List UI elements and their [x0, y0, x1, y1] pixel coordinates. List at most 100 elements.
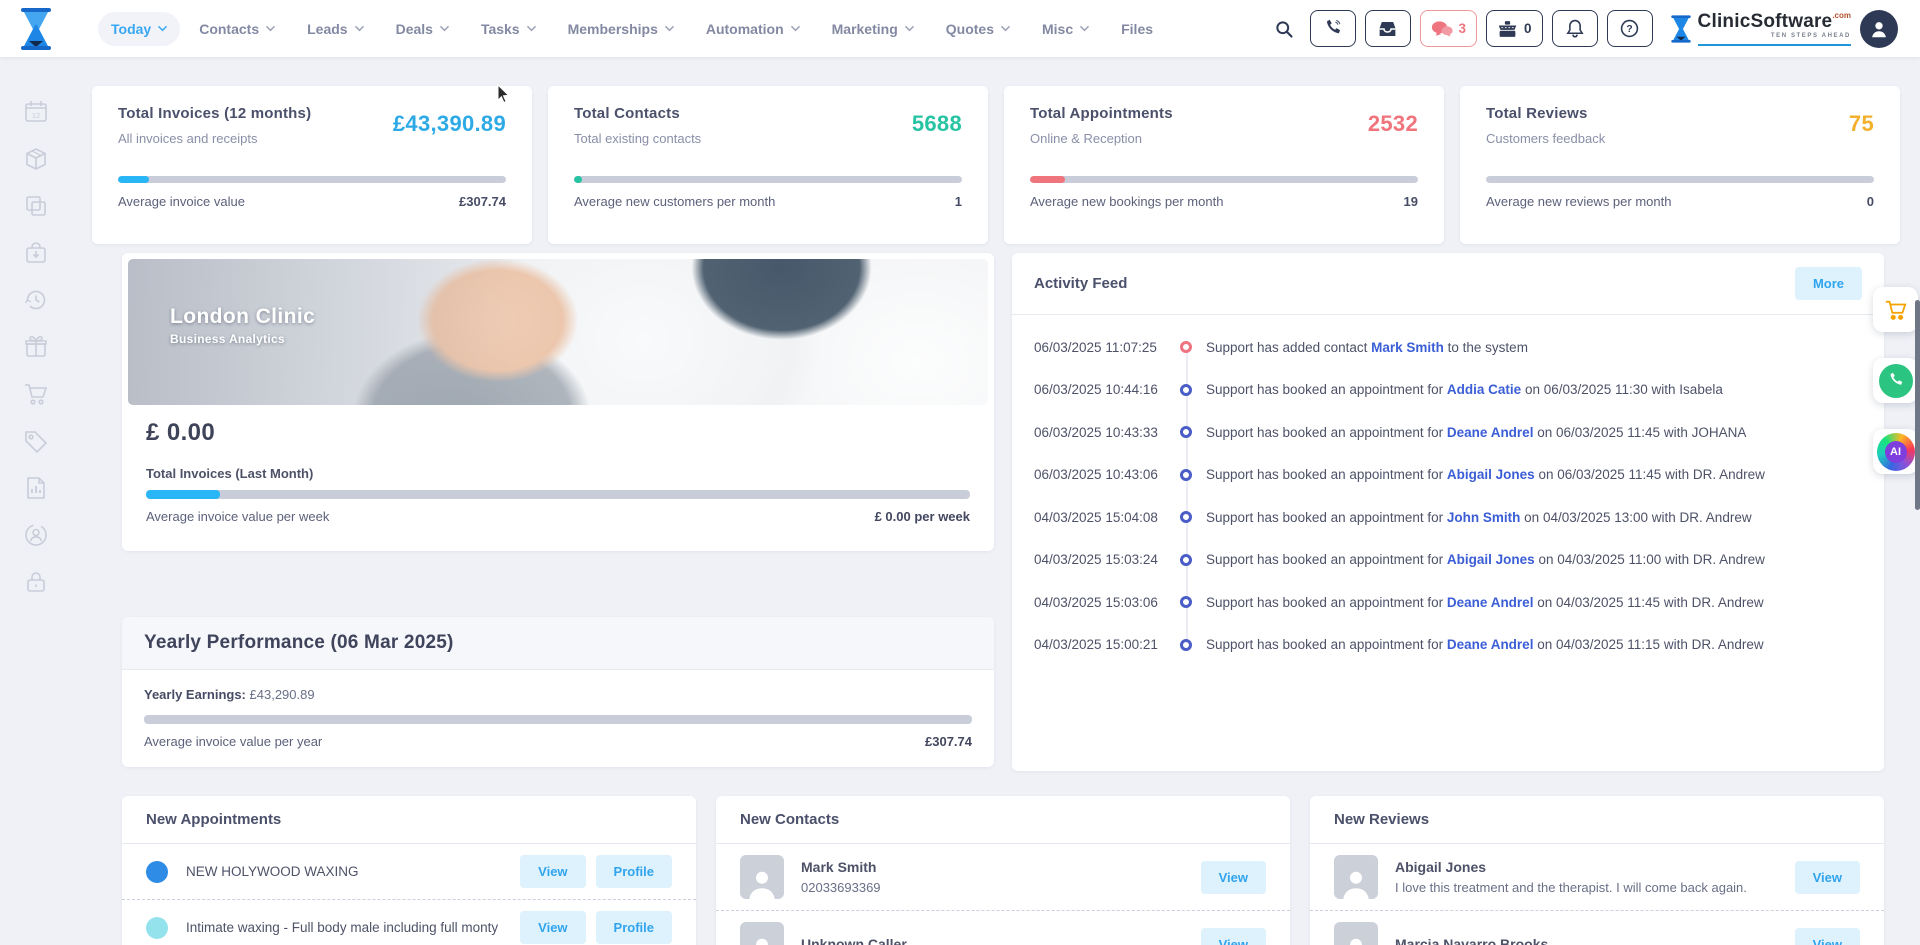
nav-item-automation[interactable]: Automation — [693, 12, 813, 46]
stat-footer-value: 0 — [1867, 194, 1874, 209]
history-icon[interactable] — [23, 287, 49, 313]
appointment-label: NEW HOLYWOOD WAXING — [186, 864, 520, 879]
bell-icon — [1566, 19, 1584, 38]
service-color-dot — [146, 861, 168, 883]
view-button[interactable]: View — [1795, 928, 1860, 945]
contact-link[interactable]: Mark Smith — [1371, 340, 1444, 355]
help-button[interactable]: ? — [1607, 10, 1653, 47]
call-fab[interactable] — [1873, 358, 1918, 403]
feed-marker — [1180, 384, 1192, 396]
feed-item: 04/03/2025 15:00:21 Support has booked a… — [1012, 624, 1884, 667]
ai-icon: AI — [1877, 433, 1915, 471]
stat-footer-label: Average new reviews per month — [1486, 194, 1671, 209]
reviewer-name: Abigail Jones — [1395, 859, 1787, 875]
account-icon[interactable] — [23, 522, 49, 548]
lock-icon[interactable] — [23, 569, 49, 595]
view-button[interactable]: View — [1201, 928, 1266, 945]
tag-icon[interactable] — [23, 428, 49, 454]
chevron-down-icon — [1001, 24, 1010, 33]
stat-subtitle: Customers feedback — [1486, 131, 1605, 146]
stat-title: Total Reviews — [1486, 105, 1605, 122]
notifications-button[interactable] — [1552, 10, 1598, 47]
feed-marker — [1180, 341, 1192, 353]
gift-icon[interactable] — [23, 334, 49, 360]
contact-link[interactable]: Abigail Jones — [1447, 467, 1535, 482]
contact-row: Unknown Caller View — [716, 910, 1290, 945]
feed-marker — [1180, 554, 1192, 566]
brand-logo[interactable]: ClinicSoftware.com TEN STEPS AHEAD — [1670, 12, 1851, 46]
activity-feed-list: 06/03/2025 11:07:25 Support has added co… — [1012, 315, 1884, 666]
ai-assistant-fab[interactable]: AI — [1873, 429, 1918, 474]
nav-label: Automation — [706, 21, 784, 37]
avatar — [1334, 922, 1378, 945]
chevron-down-icon — [791, 24, 800, 33]
feed-text: Support has booked an appointment for De… — [1206, 425, 1746, 440]
feed-marker — [1180, 426, 1192, 438]
nav-item-today[interactable]: Today — [98, 12, 180, 46]
chevron-down-icon — [905, 24, 914, 33]
nav-label: Today — [111, 21, 151, 37]
stat-value: 2532 — [1368, 111, 1418, 146]
nav-item-deals[interactable]: Deals — [383, 12, 462, 46]
activity-feed-card: Activity Feed More 06/03/2025 11:07:25 S… — [1012, 253, 1884, 771]
scrollbar-thumb[interactable] — [1915, 300, 1920, 510]
nav-item-marketing[interactable]: Marketing — [819, 12, 927, 46]
chevron-down-icon — [665, 24, 674, 33]
nav-item-tasks[interactable]: Tasks — [468, 12, 549, 46]
nav-item-contacts[interactable]: Contacts — [186, 12, 288, 46]
nav-item-leads[interactable]: Leads — [294, 12, 376, 46]
profile-button[interactable]: Profile — [596, 911, 672, 944]
phone-icon — [1879, 364, 1913, 398]
feed-text: Support has added contact Mark Smith to … — [1206, 340, 1528, 355]
contact-link[interactable]: Addia Catie — [1447, 382, 1521, 397]
contact-link[interactable]: Deane Andrel — [1447, 425, 1534, 440]
package-icon[interactable] — [23, 146, 49, 172]
search-icon[interactable] — [1267, 12, 1301, 46]
stat-footer-label: Average new bookings per month — [1030, 194, 1223, 209]
contact-link[interactable]: Abigail Jones — [1447, 552, 1535, 567]
view-button[interactable]: View — [1201, 861, 1266, 894]
view-button[interactable]: View — [520, 911, 585, 944]
nav-label: Memberships — [568, 21, 658, 37]
register-button[interactable]: 0 — [1486, 10, 1543, 47]
feed-timestamp: 06/03/2025 10:43:06 — [1034, 467, 1160, 482]
activity-feed-title: Activity Feed — [1034, 275, 1127, 292]
more-button[interactable]: More — [1795, 267, 1862, 300]
yearly-footer-value: £307.74 — [925, 734, 972, 749]
cart-icon[interactable] — [23, 381, 49, 407]
nav-label: Marketing — [832, 21, 898, 37]
nav-label: Tasks — [481, 21, 520, 37]
calendar-icon[interactable]: 12 — [23, 99, 49, 125]
report-icon[interactable] — [23, 475, 49, 501]
contact-link[interactable]: John Smith — [1447, 510, 1521, 525]
new-reviews-card: New Reviews Abigail Jones I love this tr… — [1310, 796, 1884, 945]
phone-icon — [1323, 19, 1342, 38]
feed-item: 06/03/2025 10:43:06 Support has booked a… — [1012, 454, 1884, 497]
app-logo[interactable] — [0, 8, 72, 50]
bag-icon[interactable] — [23, 240, 49, 266]
review-row: Marcia Navarro Brooks View — [1310, 910, 1884, 945]
view-button[interactable]: View — [1795, 861, 1860, 894]
feed-marker — [1180, 469, 1192, 481]
shop-fab[interactable] — [1873, 287, 1918, 332]
chat-count-badge: 3 — [1459, 21, 1467, 36]
stat-footer-value: 19 — [1404, 194, 1418, 209]
feed-text: Support has booked an appointment for De… — [1206, 595, 1764, 610]
nav-item-memberships[interactable]: Memberships — [555, 12, 687, 46]
user-avatar[interactable] — [1860, 10, 1898, 48]
profile-button[interactable]: Profile — [596, 855, 672, 888]
feed-item: 06/03/2025 10:44:16 Support has booked a… — [1012, 369, 1884, 412]
nav-item-quotes[interactable]: Quotes — [933, 12, 1023, 46]
contact-link[interactable]: Deane Andrel — [1447, 595, 1534, 610]
phone-button[interactable] — [1310, 10, 1356, 47]
nav-item-files[interactable]: Files — [1108, 12, 1166, 46]
register-count-badge: 0 — [1524, 21, 1532, 36]
nav-item-misc[interactable]: Misc — [1029, 12, 1102, 46]
view-button[interactable]: View — [520, 855, 585, 888]
feed-item: 04/03/2025 15:03:24 Support has booked a… — [1012, 539, 1884, 582]
svg-text:12: 12 — [32, 111, 40, 120]
inbox-button[interactable] — [1365, 10, 1411, 47]
copy-icon[interactable] — [23, 193, 49, 219]
chat-button[interactable]: 3 — [1420, 10, 1478, 47]
contact-link[interactable]: Deane Andrel — [1447, 637, 1534, 652]
